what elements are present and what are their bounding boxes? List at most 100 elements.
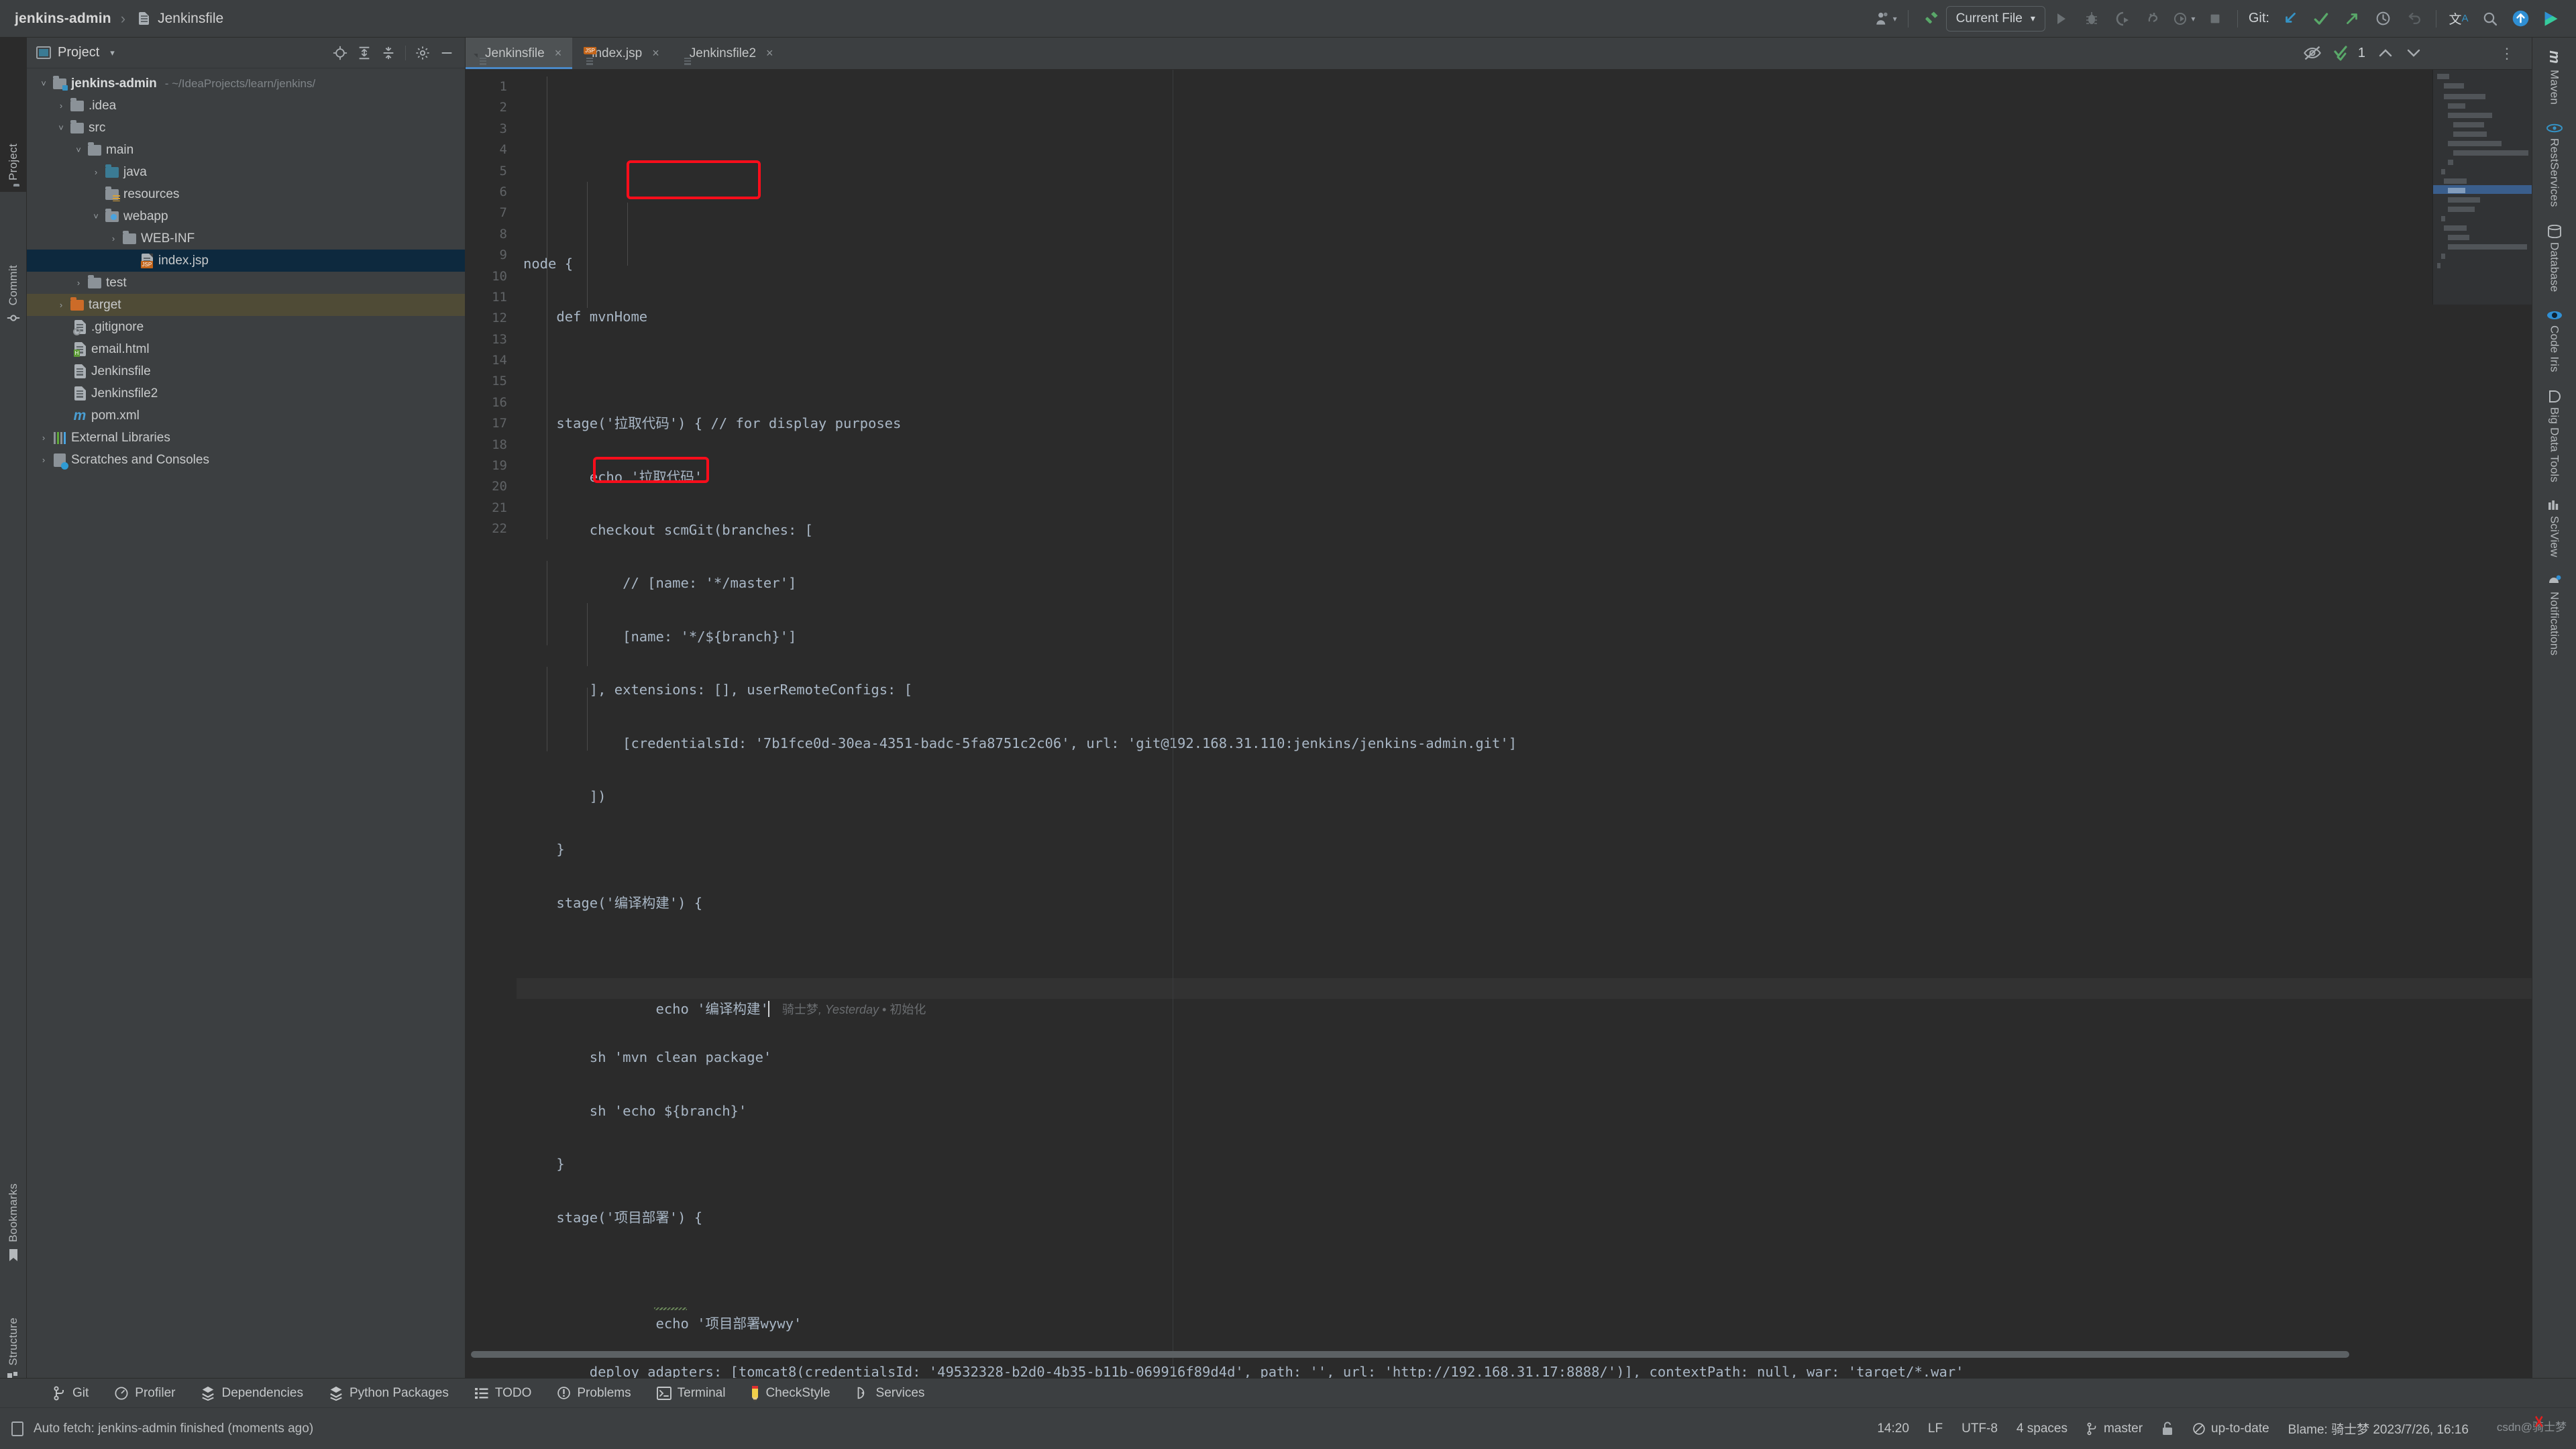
tree-row-jenkins-admin[interactable]: ˅ jenkins-admin - ~/IdeaProjects/learn/j… — [27, 72, 465, 95]
close-icon[interactable]: × — [652, 46, 659, 60]
hammer-icon[interactable] — [1915, 3, 1946, 34]
chevron-down-icon[interactable]: ˅ — [36, 78, 51, 89]
bottom-item-dependencies[interactable]: Dependencies — [188, 1379, 315, 1408]
inspections-ok-icon[interactable]: 1 — [2334, 45, 2365, 61]
tree-row-jenkinsfile2[interactable]: Jenkinsfile2 — [27, 382, 465, 405]
chevron-right-icon[interactable]: › — [106, 233, 121, 244]
chevron-down-icon[interactable]: ˅ — [54, 123, 68, 133]
tree-row-idea[interactable]: › .idea — [27, 95, 465, 117]
bottom-item-services[interactable]: Services — [843, 1379, 938, 1408]
collapse-all-icon[interactable] — [377, 42, 400, 64]
breadcrumb-project[interactable]: jenkins-admin — [15, 11, 111, 27]
tree-row-jenkinsfile[interactable]: Jenkinsfile — [27, 360, 465, 382]
breadcrumb-file[interactable]: Jenkinsfile — [158, 11, 223, 27]
tree-row-java[interactable]: › java — [27, 161, 465, 183]
user-profile-icon[interactable]: ▾ — [1870, 3, 1901, 34]
event-log-icon[interactable] — [11, 1421, 24, 1437]
rollback-icon[interactable] — [2398, 3, 2429, 34]
run-configuration-selector[interactable]: Current File ▾ — [1945, 5, 2045, 32]
code-minimap[interactable] — [2432, 70, 2532, 305]
locate-icon[interactable] — [329, 42, 352, 64]
horizontal-scrollbar[interactable] — [466, 1351, 2532, 1359]
translate-icon[interactable]: 文A — [2443, 3, 2474, 34]
bottom-item-todo[interactable]: TODO — [462, 1379, 545, 1408]
tree-row-target[interactable]: › target — [27, 294, 465, 316]
tab-index-jsp[interactable]: JSP index.jsp × — [572, 38, 670, 69]
sidebar-item-code-iris[interactable]: Code Iris — [2546, 309, 2563, 372]
git-push-icon[interactable] — [2337, 3, 2367, 34]
power-save-widget[interactable]: up-to-date — [2192, 1421, 2269, 1436]
sidebar-item-sciview[interactable]: SciView — [2548, 500, 2561, 557]
project-tree[interactable]: ˅ jenkins-admin - ~/IdeaProjects/learn/j… — [27, 68, 465, 471]
read-write-lock-icon[interactable] — [2161, 1421, 2174, 1436]
chevron-down-icon[interactable]: ˅ — [89, 211, 103, 221]
tree-row-src[interactable]: ˅ src — [27, 117, 465, 139]
run-more-icon[interactable]: ▾ — [2169, 3, 2200, 34]
profiler-icon[interactable] — [2138, 3, 2169, 34]
tree-row-email-html[interactable]: H email.html — [27, 338, 465, 360]
bottom-item-profiler[interactable]: Profiler — [101, 1379, 188, 1408]
tree-row-resources[interactable]: resources — [27, 183, 465, 205]
indent-setting[interactable]: 4 spaces — [2017, 1421, 2068, 1436]
file-encoding[interactable]: UTF-8 — [1962, 1421, 1998, 1436]
sidebar-item-notifications[interactable]: Notifications — [2547, 574, 2562, 656]
chevron-right-icon[interactable]: › — [71, 278, 86, 288]
chevron-down-icon[interactable]: ˅ — [71, 145, 86, 155]
bottom-item-problems[interactable]: Problems — [544, 1379, 643, 1408]
tree-row-pom-xml[interactable]: m pom.xml — [27, 405, 465, 427]
tree-row-scratches[interactable]: › Scratches and Consoles — [27, 449, 465, 471]
bottom-item-terminal[interactable]: Terminal — [644, 1379, 739, 1408]
code-editor[interactable]: 1 2 3 4 5 6 7 8 9 10 11 12 13 14 15 16 1… — [466, 46, 2532, 1434]
run-with-coverage-icon[interactable] — [2107, 3, 2138, 34]
inspections-eye-off-icon[interactable] — [2303, 44, 2322, 62]
cursor-position[interactable]: 14:20 — [1877, 1421, 1909, 1436]
run-icon[interactable] — [2045, 3, 2076, 34]
code-text[interactable]: node { def mvnHome stage('拉取代码') { // fo… — [517, 76, 2532, 1434]
bottom-item-git[interactable]: Git — [40, 1379, 101, 1408]
editor-tab-options-icon[interactable]: ⋮ — [2487, 38, 2532, 69]
hide-icon[interactable] — [435, 42, 458, 64]
app-logo-icon[interactable] — [2536, 3, 2567, 34]
sidebar-item-big-data-tools[interactable]: Big Data Tools — [2548, 390, 2561, 482]
close-icon[interactable]: × — [766, 46, 773, 60]
git-branch-widget[interactable]: master — [2086, 1421, 2143, 1436]
tree-row-gitignore[interactable]: .gitignore — [27, 316, 465, 338]
tree-row-test[interactable]: › test — [27, 272, 465, 294]
line-separator[interactable]: LF — [1928, 1421, 1943, 1436]
tree-row-main[interactable]: ˅ main — [27, 139, 465, 161]
close-icon[interactable]: × — [555, 46, 562, 60]
sidebar-item-database[interactable]: Database — [2547, 224, 2562, 292]
chevron-down-icon[interactable]: ▾ — [110, 48, 115, 58]
stop-icon[interactable] — [2200, 3, 2231, 34]
chevron-right-icon[interactable]: › — [36, 455, 51, 465]
chevron-down-icon[interactable] — [2406, 47, 2422, 59]
history-icon[interactable] — [2367, 3, 2398, 34]
sidebar-item-bookmarks[interactable]: Bookmarks — [0, 1178, 27, 1305]
chevron-right-icon[interactable]: › — [89, 167, 103, 177]
sidebar-item-project[interactable]: Project — [0, 38, 27, 192]
sidebar-item-maven[interactable]: m Maven — [2546, 48, 2563, 105]
chevron-right-icon[interactable]: › — [54, 101, 68, 111]
upload-icon[interactable] — [2505, 3, 2536, 34]
expand-all-icon[interactable] — [353, 42, 376, 64]
tree-row-web-inf[interactable]: › WEB-INF — [27, 227, 465, 250]
bottom-item-python-packages[interactable]: Python Packages — [316, 1379, 462, 1408]
tab-jenkinsfile[interactable]: Jenkinsfile × — [466, 38, 573, 69]
settings-gear-icon[interactable] — [411, 42, 434, 64]
chevron-right-icon[interactable]: › — [36, 433, 51, 443]
sidebar-item-restservices[interactable]: RestServices — [2546, 122, 2563, 207]
chevron-right-icon[interactable]: › — [54, 300, 68, 310]
search-icon[interactable] — [2474, 3, 2505, 34]
git-commit-icon[interactable] — [2306, 3, 2337, 34]
tree-row-index-jsp[interactable]: JSP index.jsp — [27, 250, 465, 272]
git-update-icon[interactable] — [2275, 3, 2306, 34]
blame-status[interactable]: Blame: 骑士梦 2023/7/26, 16:16 — [2288, 1419, 2469, 1438]
sidebar-item-commit[interactable]: Commit — [0, 196, 27, 330]
tree-row-external-libraries[interactable]: › External Libraries — [27, 427, 465, 449]
tab-jenkinsfile2[interactable]: Jenkinsfile2 × — [670, 38, 784, 69]
bottom-item-checkstyle[interactable]: CheckStyle — [738, 1379, 843, 1408]
chevron-up-icon[interactable] — [2377, 47, 2394, 59]
scrollbar-thumb[interactable] — [471, 1351, 2349, 1358]
debug-icon[interactable] — [2076, 3, 2107, 34]
tree-row-webapp[interactable]: ˅ webapp — [27, 205, 465, 227]
